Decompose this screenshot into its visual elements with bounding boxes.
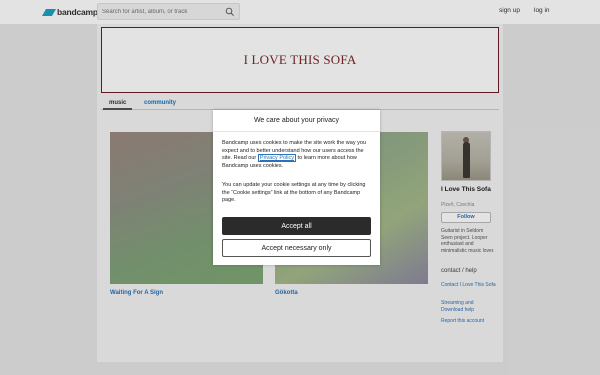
privacy-policy-link[interactable]: Privacy Policy: [257, 154, 297, 163]
dialog-title: We care about your privacy: [213, 110, 380, 132]
cookie-consent-dialog: We care about your privacy Bandcamp uses…: [213, 110, 380, 265]
cookie-description: Bandcamp uses cookies to make the site w…: [222, 140, 372, 170]
cookie-settings-note: You can update your cookie settings at a…: [222, 182, 366, 204]
accept-necessary-button[interactable]: Accept necessary only: [222, 239, 371, 257]
accept-all-button[interactable]: Accept all: [222, 217, 371, 235]
